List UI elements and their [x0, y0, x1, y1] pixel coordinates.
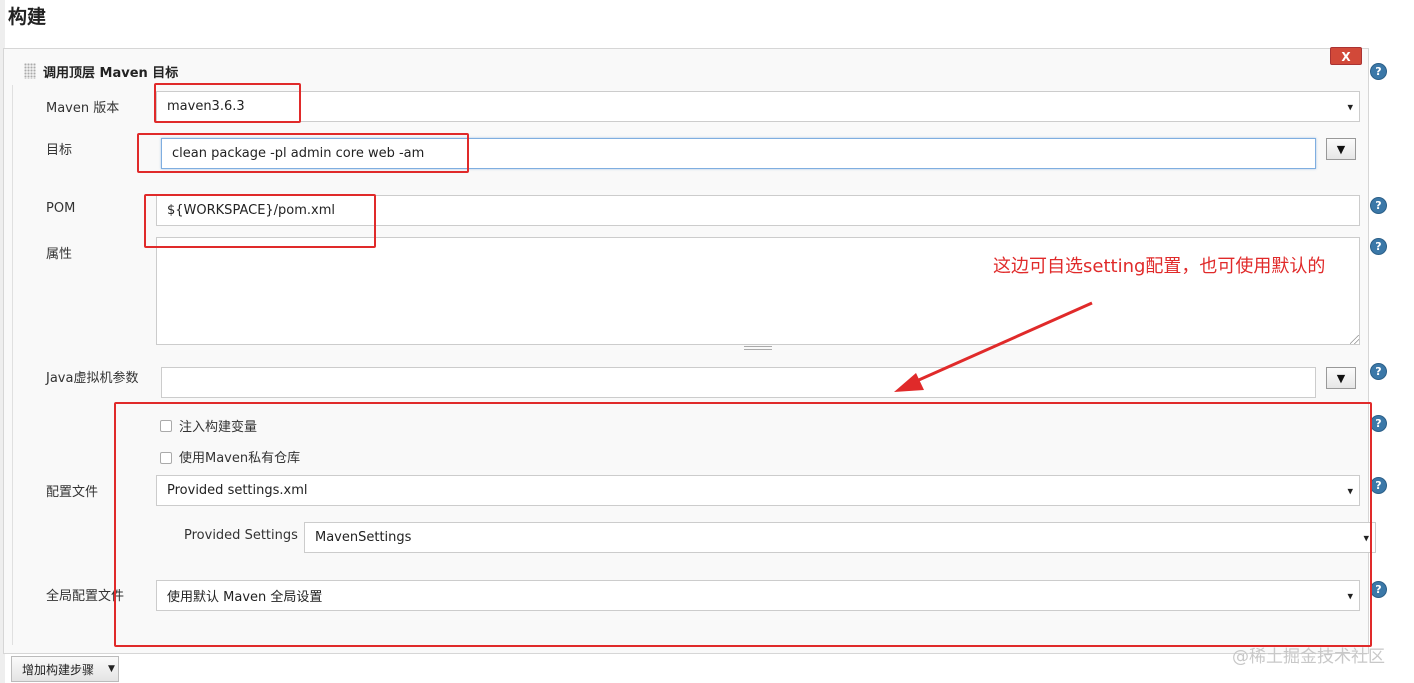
- global-settings-value: 使用默认 Maven 全局设置: [167, 590, 323, 605]
- add-build-step-button[interactable]: 增加构建步骤 ▼: [11, 656, 119, 682]
- maven-version-label: Maven 版本: [46, 101, 120, 116]
- inject-build-variables-label: 注入构建变量: [179, 420, 258, 435]
- provided-settings-select[interactable]: MavenSettings: [304, 522, 1376, 553]
- pom-value: ${WORKSPACE}/pom.xml: [167, 203, 336, 218]
- inject-help-icon[interactable]: ?: [1370, 415, 1387, 432]
- maven-version-select[interactable]: maven3.6.3: [156, 91, 1360, 122]
- delete-step-button[interactable]: X: [1330, 47, 1362, 65]
- textarea-resize-corner-icon[interactable]: [1350, 335, 1359, 344]
- properties-help-icon[interactable]: ?: [1370, 238, 1387, 255]
- add-build-step-label: 增加构建步骤: [22, 662, 95, 677]
- jvm-help-icon[interactable]: ?: [1370, 363, 1387, 380]
- pom-label: POM: [46, 201, 76, 216]
- goals-expand-button[interactable]: ▼: [1326, 138, 1356, 160]
- settings-help-icon[interactable]: ?: [1370, 477, 1387, 494]
- help-icon[interactable]: ?: [1370, 63, 1387, 80]
- annotation-text: 这边可自选setting配置，也可使用默认的: [993, 256, 1326, 277]
- provided-settings-value: MavenSettings: [315, 530, 412, 545]
- settings-file-value: Provided settings.xml: [167, 483, 308, 498]
- provided-settings-label: Provided Settings: [184, 528, 298, 543]
- settings-file-label: 配置文件: [46, 485, 99, 500]
- jvm-options-input[interactable]: [161, 367, 1316, 398]
- watermark: @稀土掘金技术社区: [1232, 647, 1385, 667]
- section-title: 构建: [8, 6, 47, 28]
- textarea-resize-grip[interactable]: [744, 346, 772, 350]
- global-settings-label: 全局配置文件: [46, 589, 125, 604]
- private-repo-label: 使用Maven私有仓库: [179, 451, 301, 466]
- drag-handle-icon[interactable]: [24, 63, 36, 79]
- build-step-title: 调用顶层 Maven 目标: [43, 66, 179, 81]
- global-settings-help-icon[interactable]: ?: [1370, 581, 1387, 598]
- goals-label: 目标: [46, 143, 73, 158]
- chevron-down-icon: ▼: [108, 664, 115, 674]
- annotation-arrow-icon: [894, 301, 1093, 392]
- properties-label: 属性: [46, 247, 73, 262]
- global-settings-select[interactable]: 使用默认 Maven 全局设置: [156, 580, 1360, 611]
- jvm-options-label: Java虚拟机参数: [46, 371, 139, 386]
- private-repo-checkbox[interactable]: [160, 452, 172, 464]
- settings-file-select[interactable]: Provided settings.xml: [156, 475, 1360, 506]
- pom-input[interactable]: ${WORKSPACE}/pom.xml: [156, 195, 1360, 226]
- goals-value: clean package -pl admin core web -am: [172, 146, 425, 161]
- goals-input[interactable]: clean package -pl admin core web -am: [161, 138, 1316, 169]
- pom-help-icon[interactable]: ?: [1370, 197, 1387, 214]
- maven-version-value: maven3.6.3: [167, 99, 245, 114]
- inject-build-variables-checkbox[interactable]: [160, 420, 172, 432]
- build-step-body: [12, 85, 1362, 645]
- jvm-options-expand-button[interactable]: ▼: [1326, 367, 1356, 389]
